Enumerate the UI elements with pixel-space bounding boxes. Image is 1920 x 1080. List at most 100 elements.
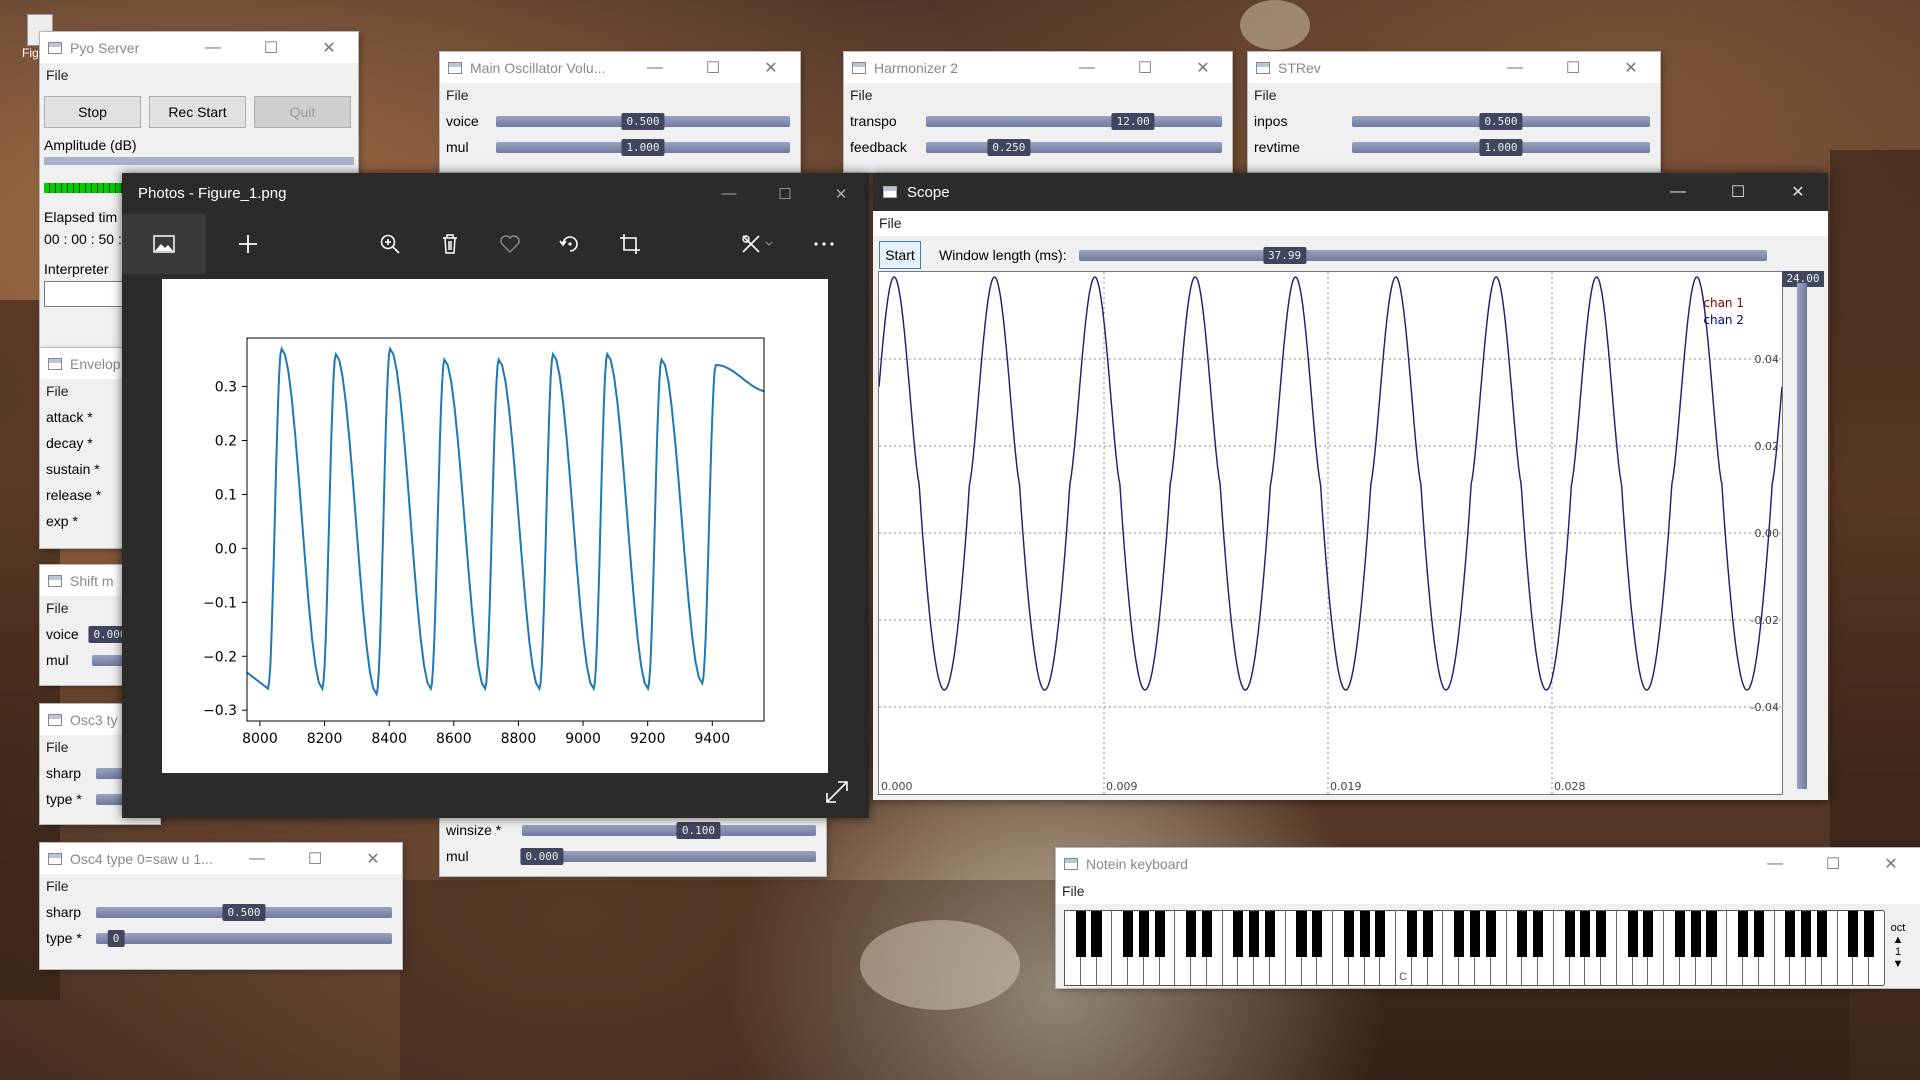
black-key[interactable]: [1249, 911, 1260, 957]
slider-value[interactable]: 0.500: [222, 903, 266, 921]
black-key[interactable]: [1643, 911, 1654, 957]
menu-file[interactable]: File: [440, 83, 800, 108]
black-key[interactable]: [1706, 911, 1717, 957]
maximize-icon[interactable]: ☐: [1116, 58, 1174, 78]
slider-value[interactable]: 12.00: [1111, 112, 1155, 130]
maximize-icon[interactable]: ☐: [1708, 182, 1768, 202]
voice-slider[interactable]: 0.500: [496, 112, 790, 130]
slider-value[interactable]: 0.100: [676, 821, 720, 839]
black-key[interactable]: [1233, 911, 1244, 957]
black-key[interactable]: [1469, 911, 1481, 957]
minimize-icon[interactable]: —: [228, 850, 286, 868]
black-key[interactable]: [1296, 911, 1307, 957]
transpo-slider[interactable]: 12.00: [926, 112, 1222, 130]
more-icon[interactable]: [794, 214, 854, 274]
slider-value[interactable]: 1.000: [1479, 138, 1523, 156]
piano-keyboard[interactable]: C: [1064, 910, 1885, 986]
sharp-slider[interactable]: 0.500: [96, 903, 392, 921]
rec-start-button[interactable]: Rec Start: [149, 96, 246, 128]
black-key[interactable]: [1580, 911, 1591, 957]
black-key[interactable]: [1564, 911, 1575, 957]
black-key[interactable]: [1864, 911, 1875, 957]
black-key[interactable]: [1674, 911, 1686, 957]
rotate-icon[interactable]: [540, 214, 600, 274]
heart-icon[interactable]: [480, 214, 540, 274]
type-slider[interactable]: 0: [96, 929, 392, 947]
black-key[interactable]: [1690, 911, 1701, 957]
black-key[interactable]: [1123, 911, 1134, 957]
black-key[interactable]: [1816, 911, 1827, 957]
zoom-icon[interactable]: [360, 214, 420, 274]
black-key[interactable]: [1848, 911, 1859, 957]
black-key[interactable]: [1627, 911, 1638, 957]
menu-file[interactable]: File: [844, 83, 1232, 108]
close-icon[interactable]: ✕: [1768, 182, 1828, 202]
fullscreen-icon[interactable]: [824, 779, 850, 808]
black-key[interactable]: [1533, 911, 1544, 957]
octave-down-icon[interactable]: ▼: [1884, 958, 1912, 970]
black-key[interactable]: [1201, 911, 1212, 957]
minimize-icon[interactable]: —: [184, 39, 242, 57]
maximize-icon[interactable]: ☐: [286, 849, 344, 869]
close-icon[interactable]: ✕: [1602, 58, 1660, 78]
menu-file[interactable]: File: [1248, 83, 1660, 108]
winsize-slider[interactable]: 0.100: [522, 821, 816, 839]
black-key[interactable]: [1312, 911, 1323, 957]
menu-file[interactable]: File: [873, 211, 1828, 236]
black-key[interactable]: [1359, 911, 1370, 957]
black-key[interactable]: [1422, 911, 1433, 957]
menu-file[interactable]: File: [1056, 879, 1920, 904]
crop-icon[interactable]: [600, 214, 660, 274]
minimize-icon[interactable]: —: [1746, 855, 1804, 873]
black-key[interactable]: [1264, 911, 1276, 957]
mul-slider[interactable]: 1.000: [496, 138, 790, 156]
black-key[interactable]: [1753, 911, 1764, 957]
slider-value[interactable]: 0.000: [520, 847, 564, 865]
maximize-icon[interactable]: ☐: [242, 38, 300, 58]
black-key[interactable]: [1075, 911, 1086, 957]
plus-icon[interactable]: [206, 214, 290, 274]
maximize-icon[interactable]: ☐: [684, 58, 742, 78]
start-button[interactable]: Start: [879, 241, 921, 269]
minimize-icon[interactable]: —: [626, 59, 684, 77]
black-key[interactable]: [1596, 911, 1607, 957]
mul-slider[interactable]: 0.000: [520, 847, 816, 865]
close-icon[interactable]: ✕: [813, 185, 869, 203]
black-key[interactable]: [1186, 911, 1197, 957]
black-key[interactable]: [1454, 911, 1465, 957]
inpos-slider[interactable]: 0.500: [1352, 112, 1650, 130]
maximize-icon[interactable]: ☐: [1544, 58, 1602, 78]
black-key[interactable]: [1485, 911, 1496, 957]
edit-icon[interactable]: [720, 214, 794, 274]
black-key[interactable]: [1406, 911, 1417, 957]
menu-file[interactable]: File: [40, 63, 358, 88]
close-icon[interactable]: ✕: [1174, 58, 1232, 78]
black-key[interactable]: [1517, 911, 1528, 957]
feedback-slider[interactable]: 0.250: [926, 138, 1222, 156]
stop-button[interactable]: Stop: [44, 96, 141, 128]
black-key[interactable]: [1785, 911, 1796, 957]
trash-icon[interactable]: [420, 214, 480, 274]
maximize-icon[interactable]: ☐: [757, 185, 813, 203]
minimize-icon[interactable]: —: [1648, 183, 1708, 201]
close-icon[interactable]: ✕: [344, 849, 402, 869]
quit-button[interactable]: Quit: [254, 96, 351, 128]
image-icon[interactable]: [122, 214, 206, 274]
minimize-icon[interactable]: —: [701, 185, 757, 202]
black-key[interactable]: [1091, 911, 1102, 957]
window-length-slider[interactable]: 37.99: [1078, 246, 1767, 264]
slider-value[interactable]: 37.99: [1263, 246, 1307, 264]
black-key[interactable]: [1343, 911, 1354, 957]
maximize-icon[interactable]: ☐: [1804, 854, 1862, 874]
menu-file[interactable]: File: [40, 874, 402, 899]
minimize-icon[interactable]: —: [1058, 59, 1116, 77]
black-key[interactable]: [1375, 911, 1386, 957]
slider-value[interactable]: 0.250: [987, 138, 1031, 156]
minimize-icon[interactable]: —: [1486, 59, 1544, 77]
close-icon[interactable]: ✕: [300, 38, 358, 58]
black-key[interactable]: [1801, 911, 1812, 957]
black-key[interactable]: [1154, 911, 1165, 957]
slider-value[interactable]: 0.500: [621, 112, 665, 130]
black-key[interactable]: [1738, 911, 1749, 957]
revtime-slider[interactable]: 1.000: [1352, 138, 1650, 156]
